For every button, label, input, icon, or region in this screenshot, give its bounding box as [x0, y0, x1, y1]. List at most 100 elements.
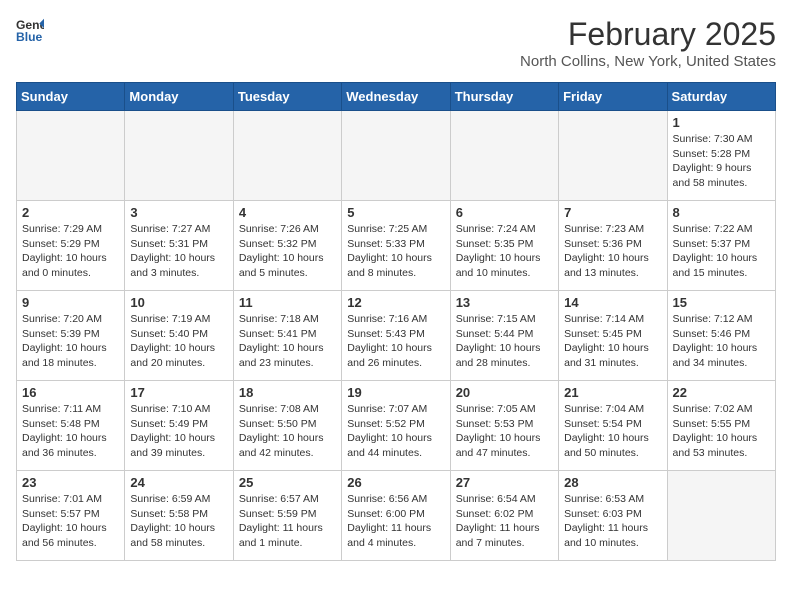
day-info: Sunrise: 7:05 AM Sunset: 5:53 PM Dayligh…	[456, 402, 553, 461]
col-sunday: Sunday	[17, 83, 125, 111]
day-info: Sunrise: 7:04 AM Sunset: 5:54 PM Dayligh…	[564, 402, 661, 461]
day-info: Sunrise: 6:57 AM Sunset: 5:59 PM Dayligh…	[239, 492, 336, 551]
day-info: Sunrise: 6:54 AM Sunset: 6:02 PM Dayligh…	[456, 492, 553, 551]
day-number: 23	[22, 475, 119, 490]
calendar-subtitle: North Collins, New York, United States	[520, 53, 776, 70]
day-number: 14	[564, 295, 661, 310]
day-number: 11	[239, 295, 336, 310]
table-row: 26 Sunrise: 6:56 AM Sunset: 6:00 PM Dayli…	[342, 471, 450, 561]
calendar-week-row: 2 Sunrise: 7:29 AM Sunset: 5:29 PM Daylig…	[17, 201, 776, 291]
calendar-week-row: 9 Sunrise: 7:20 AM Sunset: 5:39 PM Daylig…	[17, 291, 776, 381]
table-row: 10 Sunrise: 7:19 AM Sunset: 5:40 PM Dayli…	[125, 291, 233, 381]
day-info: Sunrise: 7:20 AM Sunset: 5:39 PM Dayligh…	[22, 312, 119, 371]
table-row	[17, 111, 125, 201]
day-number: 21	[564, 385, 661, 400]
day-number: 18	[239, 385, 336, 400]
day-number: 7	[564, 205, 661, 220]
calendar-week-row: 1 Sunrise: 7:30 AM Sunset: 5:28 PM Daylig…	[17, 111, 776, 201]
day-number: 27	[456, 475, 553, 490]
day-info: Sunrise: 7:01 AM Sunset: 5:57 PM Dayligh…	[22, 492, 119, 551]
day-number: 2	[22, 205, 119, 220]
calendar-week-row: 16Sunrise: 7:11 AM Sunset: 5:48 PM Dayli…	[17, 381, 776, 471]
table-row: 3 Sunrise: 7:27 AM Sunset: 5:31 PM Daylig…	[125, 201, 233, 291]
day-info: Sunrise: 7:08 AM Sunset: 5:50 PM Dayligh…	[239, 402, 336, 461]
col-friday: Friday	[559, 83, 667, 111]
day-number: 15	[673, 295, 770, 310]
table-row: 21 Sunrise: 7:04 AM Sunset: 5:54 PM Dayli…	[559, 381, 667, 471]
table-row: 1 Sunrise: 7:30 AM Sunset: 5:28 PM Daylig…	[667, 111, 775, 201]
table-row: 27 Sunrise: 6:54 AM Sunset: 6:02 PM Dayli…	[450, 471, 558, 561]
day-number: 26	[347, 475, 444, 490]
table-row: 5 Sunrise: 7:25 AM Sunset: 5:33 PM Daylig…	[342, 201, 450, 291]
day-info: Sunrise: 7:26 AM Sunset: 5:32 PM Dayligh…	[239, 222, 336, 281]
table-row: 17 Sunrise: 7:10 AM Sunset: 5:49 PM Dayli…	[125, 381, 233, 471]
day-info: Sunrise: 6:56 AM Sunset: 6:00 PM Dayligh…	[347, 492, 444, 551]
table-row: 22 Sunrise: 7:02 AM Sunset: 5:55 PM Dayli…	[667, 381, 775, 471]
day-number: 13	[456, 295, 553, 310]
table-row: 28 Sunrise: 6:53 AM Sunset: 6:03 PM Dayli…	[559, 471, 667, 561]
table-row	[450, 111, 558, 201]
calendar-week-row: 23 Sunrise: 7:01 AM Sunset: 5:57 PM Dayli…	[17, 471, 776, 561]
day-info: Sunrise: 7:16 AM Sunset: 5:43 PM Dayligh…	[347, 312, 444, 371]
day-number: 17	[130, 385, 227, 400]
table-row: 23 Sunrise: 7:01 AM Sunset: 5:57 PM Dayli…	[17, 471, 125, 561]
day-number: 9	[22, 295, 119, 310]
table-row: 19 Sunrise: 7:07 AM Sunset: 5:52 PM Dayli…	[342, 381, 450, 471]
day-info: Sunrise: 7:15 AM Sunset: 5:44 PM Dayligh…	[456, 312, 553, 371]
day-info: Sunrise: 7:12 AM Sunset: 5:46 PM Dayligh…	[673, 312, 770, 371]
table-row: 12 Sunrise: 7:16 AM Sunset: 5:43 PM Dayli…	[342, 291, 450, 381]
day-number: 3	[130, 205, 227, 220]
day-number: 19	[347, 385, 444, 400]
day-info: Sunrise: 7:29 AM Sunset: 5:29 PM Dayligh…	[22, 222, 119, 281]
day-number: 4	[239, 205, 336, 220]
table-row: 20 Sunrise: 7:05 AM Sunset: 5:53 PM Dayli…	[450, 381, 558, 471]
table-row	[559, 111, 667, 201]
table-row	[233, 111, 341, 201]
day-number: 1	[673, 115, 770, 130]
day-info: Sunrise: 7:10 AM Sunset: 5:49 PM Dayligh…	[130, 402, 227, 461]
col-saturday: Saturday	[667, 83, 775, 111]
page-header: General Blue February 2025 North Collins…	[16, 16, 776, 70]
calendar-title: February 2025	[520, 16, 776, 53]
day-info: Sunrise: 6:59 AM Sunset: 5:58 PM Dayligh…	[130, 492, 227, 551]
day-number: 12	[347, 295, 444, 310]
col-monday: Monday	[125, 83, 233, 111]
col-tuesday: Tuesday	[233, 83, 341, 111]
day-number: 10	[130, 295, 227, 310]
day-number: 5	[347, 205, 444, 220]
day-number: 25	[239, 475, 336, 490]
logo: General Blue	[16, 16, 46, 44]
day-info: Sunrise: 7:30 AM Sunset: 5:28 PM Dayligh…	[673, 132, 770, 191]
table-row: 25 Sunrise: 6:57 AM Sunset: 5:59 PM Dayli…	[233, 471, 341, 561]
day-number: 22	[673, 385, 770, 400]
day-info: Sunrise: 6:53 AM Sunset: 6:03 PM Dayligh…	[564, 492, 661, 551]
day-number: 16	[22, 385, 119, 400]
day-info: Sunrise: 7:27 AM Sunset: 5:31 PM Dayligh…	[130, 222, 227, 281]
day-info: Sunrise: 7:18 AM Sunset: 5:41 PM Dayligh…	[239, 312, 336, 371]
day-info: Sunrise: 7:24 AM Sunset: 5:35 PM Dayligh…	[456, 222, 553, 281]
day-number: 24	[130, 475, 227, 490]
table-row: 15 Sunrise: 7:12 AM Sunset: 5:46 PM Dayli…	[667, 291, 775, 381]
day-info: Sunrise: 7:23 AM Sunset: 5:36 PM Dayligh…	[564, 222, 661, 281]
col-wednesday: Wednesday	[342, 83, 450, 111]
table-row: 14 Sunrise: 7:14 AM Sunset: 5:45 PM Dayli…	[559, 291, 667, 381]
day-number: 20	[456, 385, 553, 400]
calendar-header-row: Sunday Monday Tuesday Wednesday Thursday…	[17, 83, 776, 111]
calendar-table: Sunday Monday Tuesday Wednesday Thursday…	[16, 82, 776, 561]
table-row	[125, 111, 233, 201]
table-row: 18 Sunrise: 7:08 AM Sunset: 5:50 PM Dayli…	[233, 381, 341, 471]
table-row: 4 Sunrise: 7:26 AM Sunset: 5:32 PM Daylig…	[233, 201, 341, 291]
day-info: Sunrise: 7:25 AM Sunset: 5:33 PM Dayligh…	[347, 222, 444, 281]
table-row: 11 Sunrise: 7:18 AM Sunset: 5:41 PM Dayli…	[233, 291, 341, 381]
table-row: 16Sunrise: 7:11 AM Sunset: 5:48 PM Dayli…	[17, 381, 125, 471]
table-row: 6Sunrise: 7:24 AM Sunset: 5:35 PM Daylig…	[450, 201, 558, 291]
day-info: Sunrise: 7:19 AM Sunset: 5:40 PM Dayligh…	[130, 312, 227, 371]
day-info: Sunrise: 7:02 AM Sunset: 5:55 PM Dayligh…	[673, 402, 770, 461]
day-info: Sunrise: 7:14 AM Sunset: 5:45 PM Dayligh…	[564, 312, 661, 371]
day-number: 8	[673, 205, 770, 220]
table-row	[342, 111, 450, 201]
day-info: Sunrise: 7:22 AM Sunset: 5:37 PM Dayligh…	[673, 222, 770, 281]
table-row: 24 Sunrise: 6:59 AM Sunset: 5:58 PM Dayli…	[125, 471, 233, 561]
day-number: 28	[564, 475, 661, 490]
day-info: Sunrise: 7:07 AM Sunset: 5:52 PM Dayligh…	[347, 402, 444, 461]
